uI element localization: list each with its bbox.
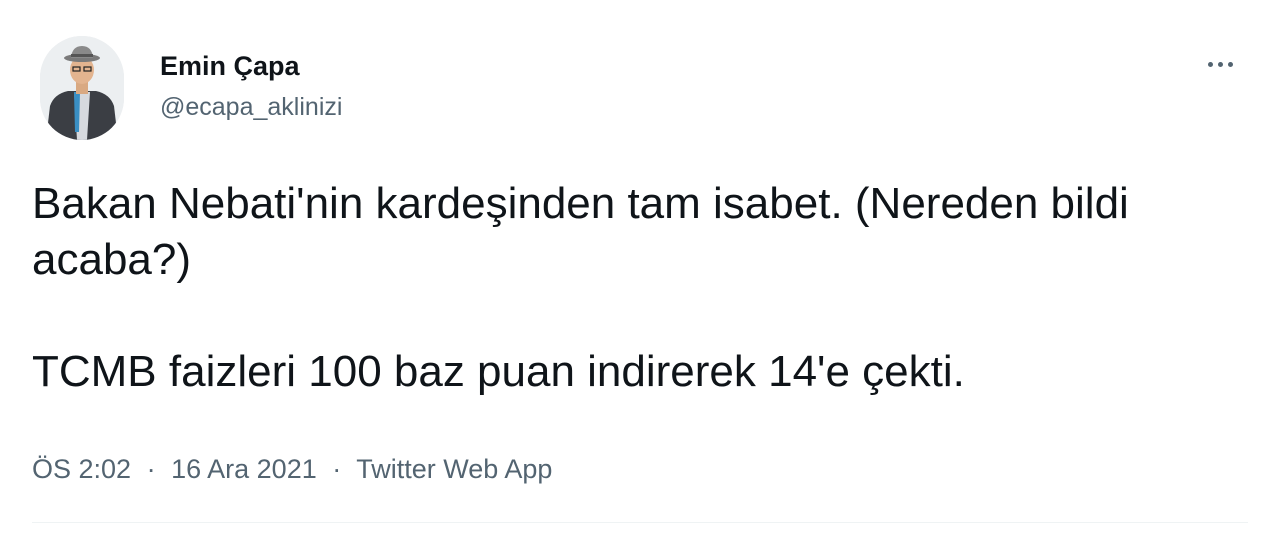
tweet-time[interactable]: ÖS 2:02 [32, 454, 131, 484]
more-options-button[interactable] [1200, 48, 1240, 80]
tweet-text: Bakan Nebati'nin kardeşinden tam isabet.… [32, 176, 1232, 400]
avatar[interactable] [40, 36, 124, 140]
divider [32, 522, 1248, 523]
tweet-paragraph: Bakan Nebati'nin kardeşinden tam isabet.… [32, 179, 1129, 284]
separator: · [332, 454, 342, 484]
more-horizontal-icon-dot [1207, 61, 1213, 67]
tweet-metadata: ÖS 2:02 · 16 Ara 2021 · Twitter Web App [32, 452, 552, 486]
tweet-card: Emin Çapa @ecapa_aklinizi Bakan Nebati'n… [0, 0, 1280, 549]
tweet-paragraph: TCMB faizleri 100 baz puan indirerek 14'… [32, 347, 965, 396]
author-info[interactable]: Emin Çapa @ecapa_aklinizi [160, 48, 342, 124]
profile-photo-image [40, 36, 124, 140]
author-display-name[interactable]: Emin Çapa [160, 48, 342, 84]
more-horizontal-icon-dot [1227, 61, 1233, 67]
separator: · [146, 454, 156, 484]
author-handle[interactable]: @ecapa_aklinizi [160, 90, 342, 124]
tweet-source[interactable]: Twitter Web App [356, 454, 552, 484]
tweet-date[interactable]: 16 Ara 2021 [171, 454, 317, 484]
more-horizontal-icon-dot [1217, 61, 1223, 67]
